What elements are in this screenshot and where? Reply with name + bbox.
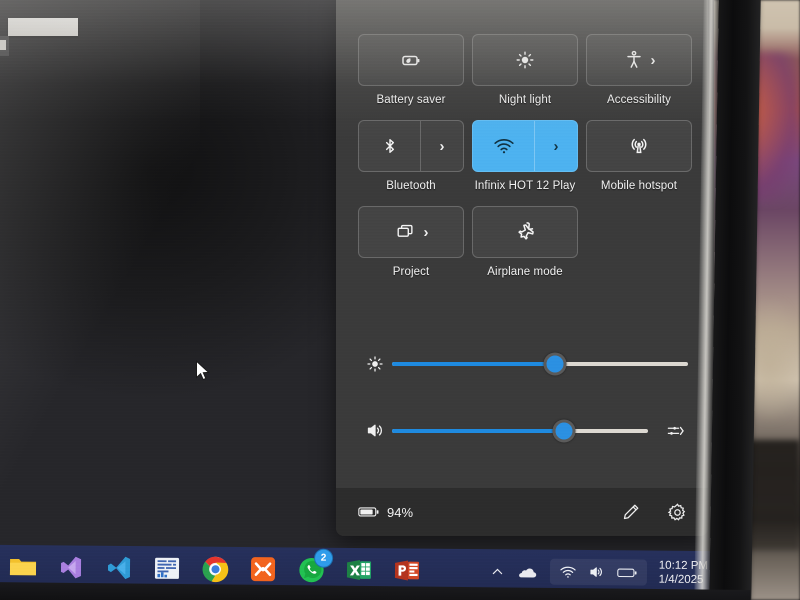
airplane-mode-button[interactable] — [472, 206, 578, 258]
whatsapp-badge: 2 — [314, 548, 334, 568]
footer-actions — [621, 502, 688, 523]
taskbar-app-xampp[interactable] — [248, 554, 278, 584]
tile-label: Mobile hotspot — [600, 180, 678, 192]
volume-icon — [358, 420, 392, 441]
quick-settings-footer: 94% — [336, 488, 708, 536]
quick-tile-battery-saver[interactable]: Battery saver — [358, 34, 464, 107]
chevron-right-icon: › — [553, 137, 559, 155]
airplane-icon — [513, 220, 537, 244]
mouse-pointer-icon — [195, 360, 211, 384]
battery-saver-button[interactable] — [358, 34, 464, 86]
laptop-screen: Battery saver Night light › Accessibilit… — [0, 0, 714, 592]
tray-icon-group[interactable] — [549, 558, 647, 586]
quick-settings-tiles: Battery saver Night light › Accessibilit… — [358, 34, 694, 292]
battery-percent-label: 94% — [387, 504, 414, 520]
system-tray: 10:12 PM 1/4/2025 — [490, 557, 712, 587]
project-button[interactable]: › — [358, 206, 464, 258]
tile-label: Battery saver — [376, 94, 446, 106]
cloud-icon[interactable] — [517, 563, 538, 579]
taskbar-app-whatsapp[interactable]: 2 — [296, 548, 334, 584]
wifi-expand[interactable]: › — [534, 121, 577, 171]
wifi-toggle[interactable] — [473, 121, 534, 171]
quick-tile-wifi[interactable]: › Infinix HOT 12 Play — [472, 120, 578, 193]
bluetooth-icon — [380, 135, 400, 157]
night-light-icon — [513, 48, 537, 72]
mobile-hotspot-button[interactable] — [586, 120, 692, 172]
taskbar-app-visual-studio[interactable] — [56, 552, 86, 582]
quick-tile-night-light[interactable]: Night light — [472, 34, 578, 107]
quick-tile-project[interactable]: › Project — [358, 206, 464, 279]
background-window[interactable] — [8, 18, 78, 36]
brightness-thumb[interactable] — [543, 352, 567, 376]
accessibility-button[interactable]: › — [586, 34, 692, 86]
battery-icon — [358, 505, 380, 519]
bluetooth-expand[interactable]: › — [420, 121, 463, 171]
tile-label: Airplane mode — [487, 266, 563, 278]
tile-label: Bluetooth — [386, 180, 436, 192]
brightness-icon — [358, 354, 392, 374]
background-window-marker — [0, 40, 6, 50]
wifi-button[interactable]: › — [472, 120, 578, 172]
taskbar-app-notes[interactable] — [152, 553, 182, 583]
mobile-hotspot-icon — [627, 134, 651, 158]
battery-status[interactable]: 94% — [358, 505, 413, 520]
quick-tile-airplane-mode[interactable]: Airplane mode — [472, 206, 578, 279]
chevron-right-icon[interactable]: › — [651, 53, 656, 68]
gear-icon[interactable] — [667, 502, 688, 523]
wifi-icon[interactable] — [559, 564, 577, 580]
volume-thumb[interactable] — [552, 419, 576, 442]
quick-tile-mobile-hotspot[interactable]: Mobile hotspot — [586, 120, 692, 193]
brightness-slider-row[interactable] — [358, 352, 688, 376]
laptop-photo: Battery saver Night light › Accessibilit… — [0, 0, 800, 600]
volume-track[interactable] — [392, 419, 648, 442]
chevron-up-icon[interactable] — [490, 564, 505, 579]
tile-label: Night light — [498, 94, 552, 106]
volume-icon[interactable] — [588, 564, 606, 580]
brightness-track[interactable] — [392, 352, 688, 376]
chevron-right-icon: › — [439, 137, 445, 155]
night-light-button[interactable] — [472, 34, 578, 86]
bluetooth-button[interactable]: › — [358, 120, 464, 172]
chevron-right-icon[interactable]: › — [424, 225, 429, 240]
taskbar-app-excel[interactable] — [344, 555, 374, 585]
battery-icon[interactable] — [617, 566, 638, 579]
bluetooth-toggle[interactable] — [359, 121, 420, 171]
tile-label: Project — [392, 266, 430, 278]
battery-saver-icon — [399, 48, 423, 72]
pencil-icon[interactable] — [621, 502, 641, 522]
taskbar-apps: 2 — [8, 548, 422, 586]
tile-label: Accessibility — [607, 94, 671, 106]
quick-settings-panel: Battery saver Night light › Accessibilit… — [336, 0, 708, 536]
quick-tile-accessibility[interactable]: › Accessibility — [586, 34, 692, 107]
accessibility-icon — [623, 49, 645, 71]
tile-label: Infinix HOT 12 Play — [474, 180, 576, 192]
taskbar-app-vs-code[interactable] — [104, 553, 134, 583]
taskbar-app-file-explorer[interactable] — [8, 552, 38, 582]
audio-output-selector[interactable] — [654, 421, 688, 441]
volume-fill — [392, 428, 564, 433]
wifi-icon — [492, 134, 516, 158]
quick-tile-bluetooth[interactable]: › Bluetooth — [358, 120, 464, 193]
taskbar-app-chrome[interactable] — [200, 554, 230, 584]
taskbar-app-powerpoint[interactable] — [392, 555, 422, 585]
brightness-fill — [392, 362, 555, 366]
project-icon — [394, 221, 418, 243]
volume-slider-row[interactable] — [358, 419, 688, 442]
